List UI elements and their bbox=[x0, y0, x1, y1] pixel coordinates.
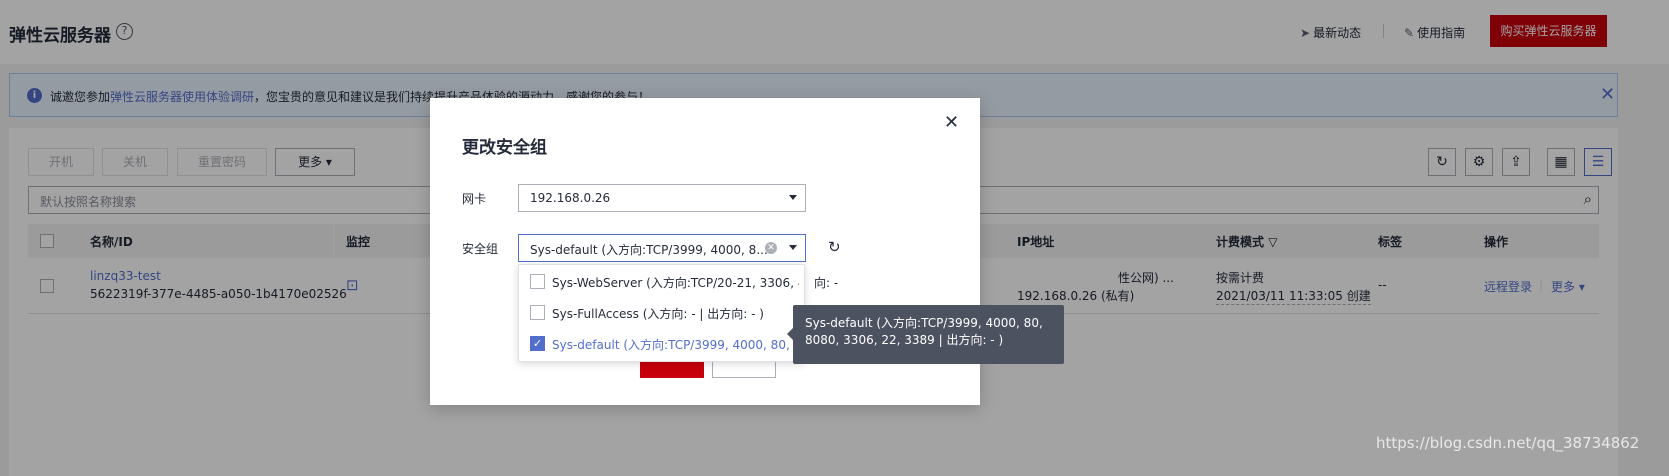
caret-down-icon bbox=[789, 195, 797, 200]
dialog-title: 更改安全组 bbox=[462, 138, 547, 158]
security-group-dropdown: Sys-WebServer (入方向:TCP/20-21, 3306, 44..… bbox=[518, 264, 805, 362]
option-sys-default[interactable]: ✓ Sys-default (入方向:TCP/3999, 4000, 80, 8… bbox=[519, 328, 804, 359]
clear-icon[interactable]: ✕ bbox=[765, 242, 777, 254]
option-sys-fullaccess[interactable]: Sys-FullAccess (入方向: - | 出方向: - ) bbox=[519, 297, 804, 328]
option-checkbox[interactable] bbox=[530, 305, 545, 320]
nic-select[interactable]: 192.168.0.26 bbox=[518, 184, 806, 212]
security-group-label: 安全组 bbox=[462, 242, 499, 256]
hidden-field-fragment: 向: - bbox=[814, 276, 839, 290]
watermark: https://blog.csdn.net/qq_38734862 bbox=[1376, 434, 1640, 452]
caret-down-icon bbox=[789, 245, 797, 250]
security-group-select[interactable]: Sys-default (入方向:TCP/3999, 4000, 8... ✕ bbox=[518, 234, 806, 262]
option-checkbox[interactable] bbox=[530, 274, 545, 289]
option-tooltip: Sys-default (入方向:TCP/3999, 4000, 80, 808… bbox=[787, 305, 1064, 364]
refresh-icon[interactable]: ↻ bbox=[828, 238, 841, 256]
option-sys-webserver[interactable]: Sys-WebServer (入方向:TCP/20-21, 3306, 44..… bbox=[519, 266, 804, 297]
close-icon[interactable]: ✕ bbox=[944, 112, 959, 133]
nic-label: 网卡 bbox=[462, 192, 487, 206]
check-icon[interactable]: ✓ bbox=[530, 336, 545, 351]
